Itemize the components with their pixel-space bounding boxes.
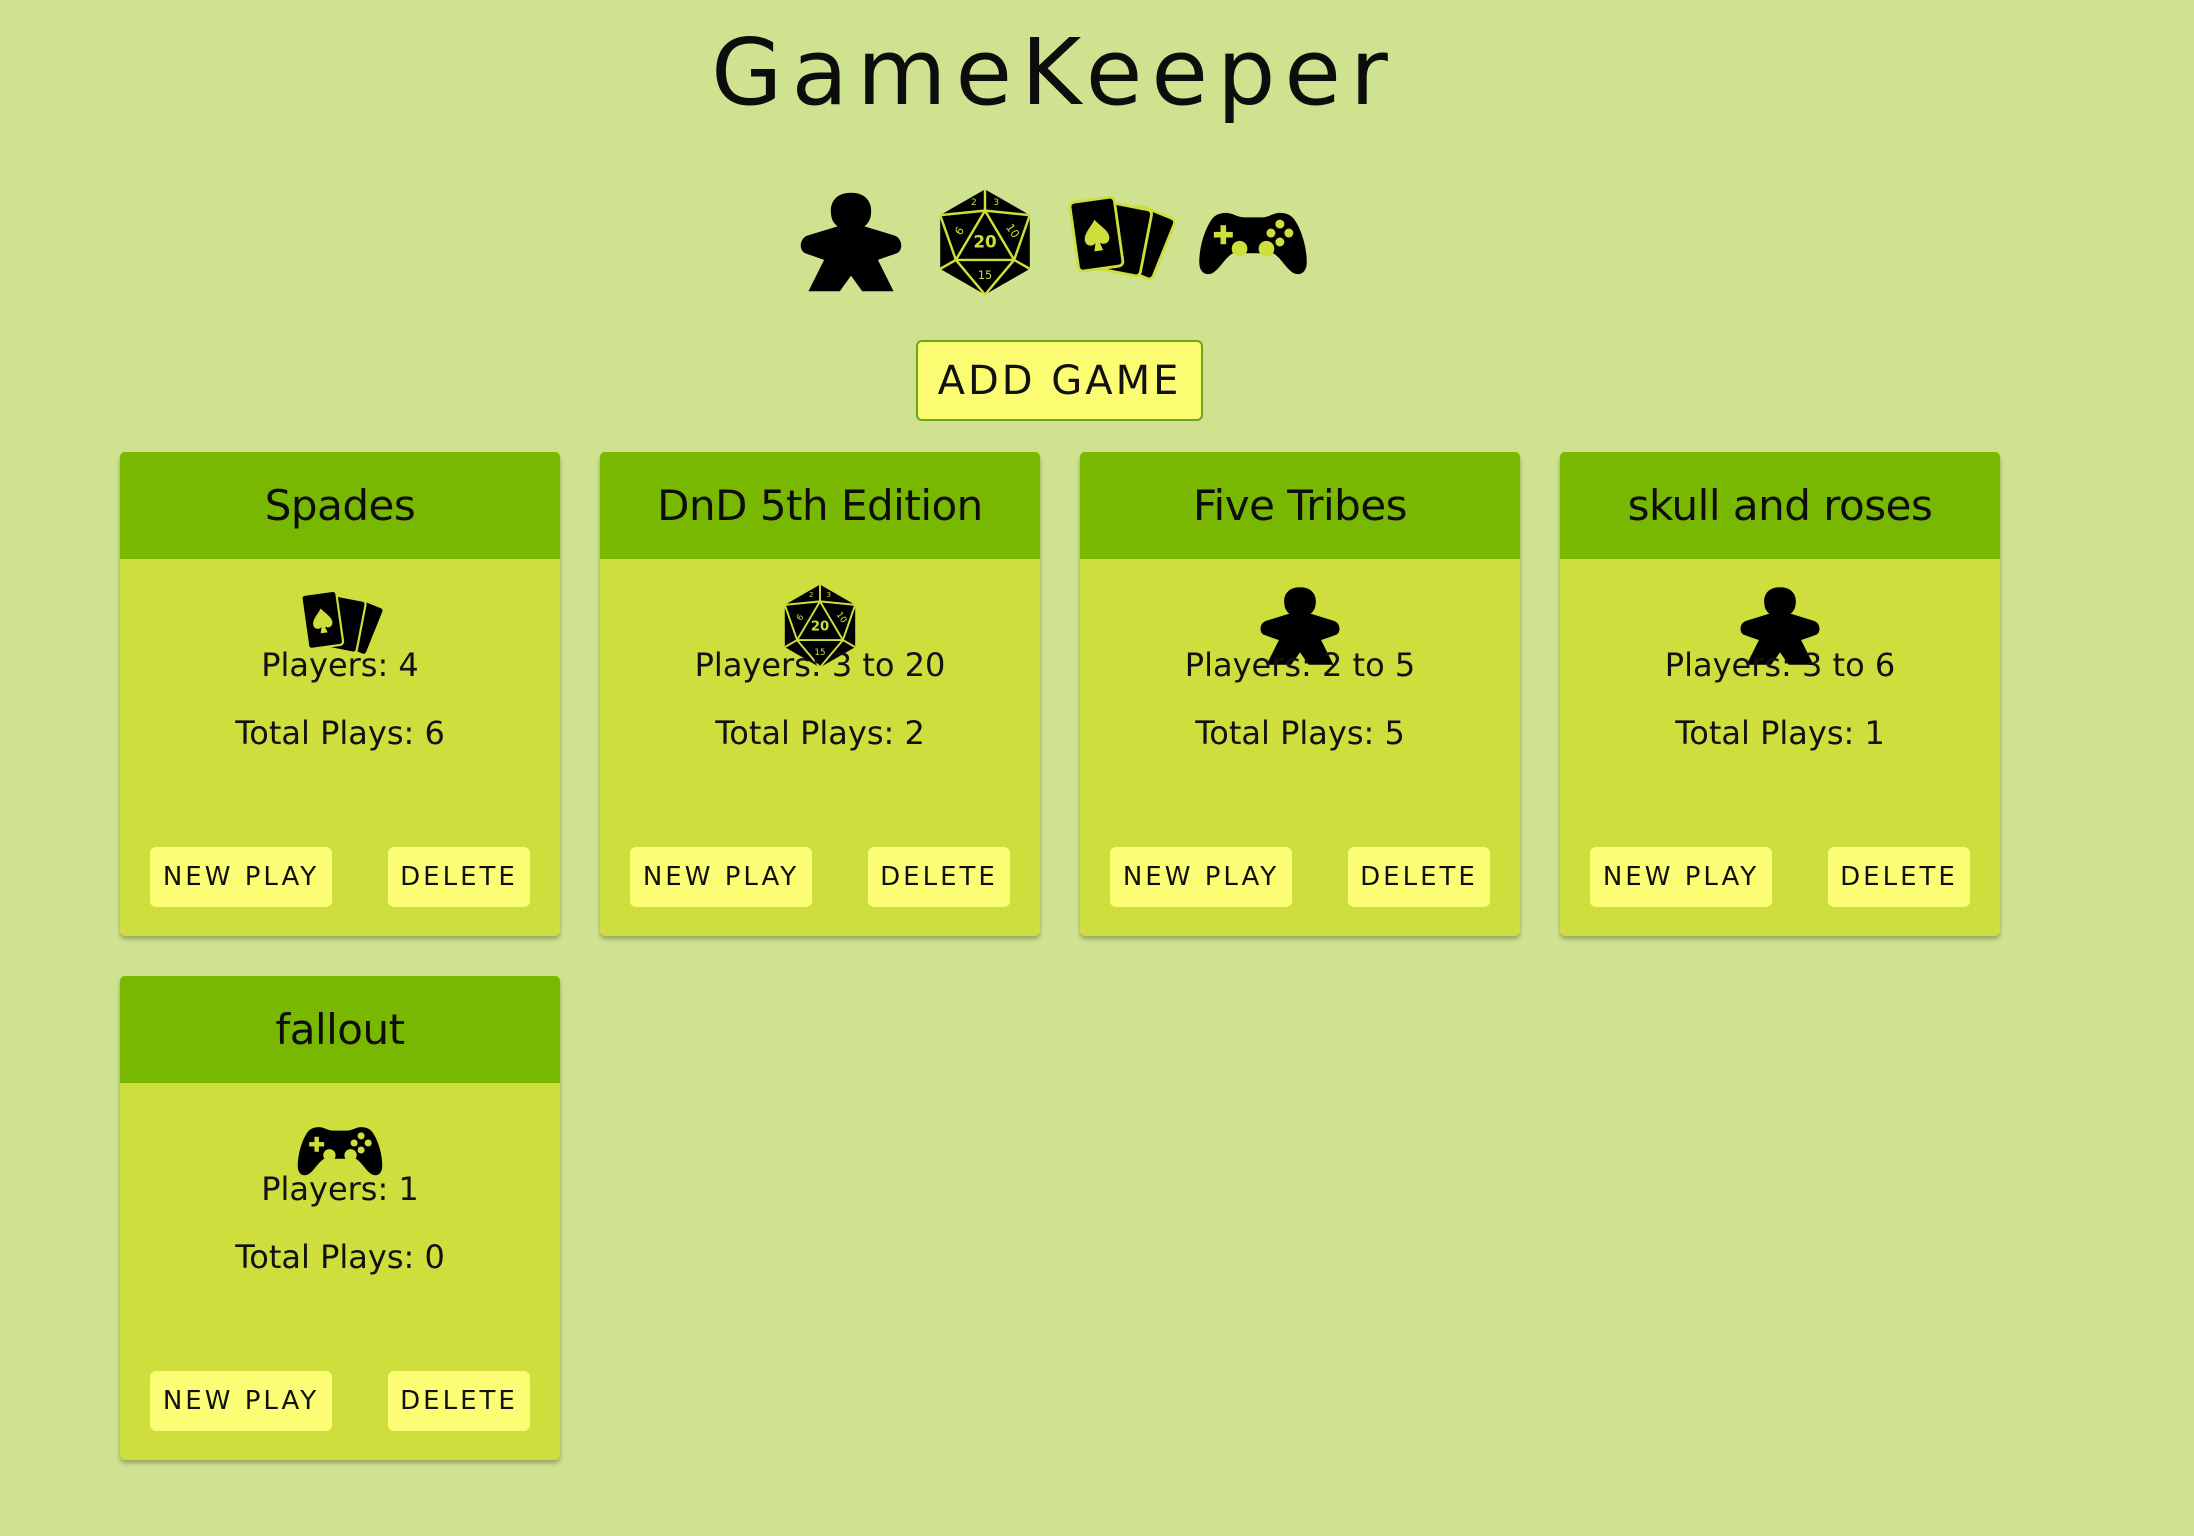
- app-title: GameKeeper: [711, 19, 1397, 126]
- total-plays: Total Plays: 5: [1195, 714, 1405, 752]
- game-card: Five Tribes Players: 2 to 5 Total Plays:…: [1080, 452, 1520, 936]
- cards-icon: [1063, 186, 1175, 298]
- delete-button[interactable]: DELETE: [388, 1371, 530, 1431]
- players-count: Players: 4: [261, 646, 419, 684]
- new-play-button[interactable]: NEW PLAY: [150, 1371, 332, 1431]
- gamepad-icon: [1197, 186, 1309, 298]
- game-card: Spades Players: 4 Total Plays: 6 NEW PLA…: [120, 452, 560, 936]
- header-icon-row: [795, 182, 1309, 302]
- new-play-button[interactable]: NEW PLAY: [150, 847, 332, 907]
- game-title: Spades: [120, 452, 560, 559]
- new-play-button[interactable]: NEW PLAY: [1590, 847, 1772, 907]
- players-count: Players: 3 to 6: [1664, 646, 1896, 684]
- game-title: DnD 5th Edition: [600, 452, 1040, 559]
- total-plays: Total Plays: 1: [1675, 714, 1885, 752]
- delete-button[interactable]: DELETE: [388, 847, 530, 907]
- total-plays: Total Plays: 0: [235, 1238, 445, 1276]
- players-count: Players: 3 to 20: [694, 646, 946, 684]
- game-card: fallout Players: 1 Total Plays: 0 NEW PL…: [120, 976, 560, 1460]
- game-title: fallout: [120, 976, 560, 1083]
- game-title: skull and roses: [1560, 452, 2000, 559]
- delete-button[interactable]: DELETE: [1348, 847, 1490, 907]
- add-game-button[interactable]: ADD GAME: [916, 340, 1203, 421]
- meeple-icon: [795, 186, 907, 298]
- game-title: Five Tribes: [1080, 452, 1520, 559]
- d20-icon: [929, 186, 1041, 298]
- new-play-button[interactable]: NEW PLAY: [630, 847, 812, 907]
- total-plays: Total Plays: 2: [715, 714, 925, 752]
- delete-button[interactable]: DELETE: [868, 847, 1010, 907]
- players-count: Players: 1: [261, 1170, 419, 1208]
- total-plays: Total Plays: 6: [235, 714, 445, 752]
- game-card: skull and roses Players: 3 to 6 Total Pl…: [1560, 452, 2000, 936]
- players-count: Players: 2 to 5: [1184, 646, 1416, 684]
- delete-button[interactable]: DELETE: [1828, 847, 1970, 907]
- new-play-button[interactable]: NEW PLAY: [1110, 847, 1292, 907]
- game-card: DnD 5th Edition Players: 3 to 20 Total P…: [600, 452, 1040, 936]
